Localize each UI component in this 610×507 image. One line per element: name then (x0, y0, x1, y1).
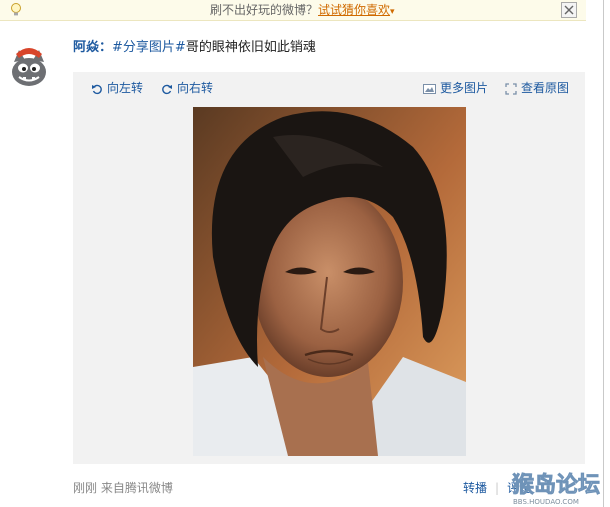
scrollbar-edge (603, 0, 604, 507)
more-images-button[interactable]: 更多图片 (423, 80, 488, 96)
lightbulb-icon (11, 3, 21, 16)
rotate-right-button[interactable]: 向右转 (161, 80, 213, 96)
rotate-right-label: 向右转 (177, 81, 214, 95)
notice-text: 刷不出好玩的微博？ (210, 3, 319, 17)
post-source[interactable]: 来自腾讯微博 (101, 481, 173, 495)
image-panel: 向左转 向右转 更多图片 查看原图 (73, 72, 585, 464)
post-meta: 刚刚 来自腾讯微博 (73, 479, 173, 496)
post-body: 哥的眼神依旧如此销魂 (185, 40, 316, 55)
rotate-left-icon (92, 84, 102, 95)
notice-link-arrow: ▾ (390, 7, 395, 17)
more-images-label: 更多图片 (440, 81, 489, 95)
guess-you-like-link[interactable]: 试试猜你喜欢 (318, 3, 390, 17)
author-name[interactable]: 阿焱 (73, 40, 99, 55)
rotate-left-label: 向左转 (107, 81, 144, 95)
post-text: 阿焱：#分享图片#哥的眼神依旧如此销魂 (73, 39, 316, 57)
picture-icon (423, 84, 436, 94)
rotate-left-button[interactable]: 向左转 (91, 80, 143, 96)
repost-button[interactable]: 转播 (463, 481, 487, 495)
author-colon: ： (99, 40, 113, 55)
rotate-right-icon (162, 84, 172, 95)
view-original-button[interactable]: 查看原图 (505, 80, 569, 96)
action-divider: | (495, 481, 500, 495)
weibo-feed-page: 刷不出好玩的微博？试试猜你喜欢▾ 阿焱：#分享图片#哥的眼神依旧如此销魂 向左转… (0, 0, 610, 507)
notice-bar: 刷不出好玩的微博？试试猜你喜欢▾ (0, 0, 586, 21)
post-photo[interactable] (193, 107, 466, 456)
site-watermark-logo: 猴岛论坛 BBS.HOUDAO.COM (512, 472, 601, 506)
avatar[interactable] (6, 44, 52, 90)
watermark-title: 猴岛论坛 (512, 472, 600, 498)
expand-icon (505, 83, 517, 95)
view-original-label: 查看原图 (521, 81, 570, 95)
topic-link[interactable]: #分享图片# (112, 40, 186, 55)
close-button[interactable] (561, 2, 577, 18)
notice-message: 刷不出好玩的微博？试试猜你喜欢▾ (210, 0, 395, 22)
post-time[interactable]: 刚刚 (73, 481, 97, 495)
close-icon (564, 5, 574, 15)
watermark-url: BBS.HOUDAO.COM (513, 498, 579, 506)
